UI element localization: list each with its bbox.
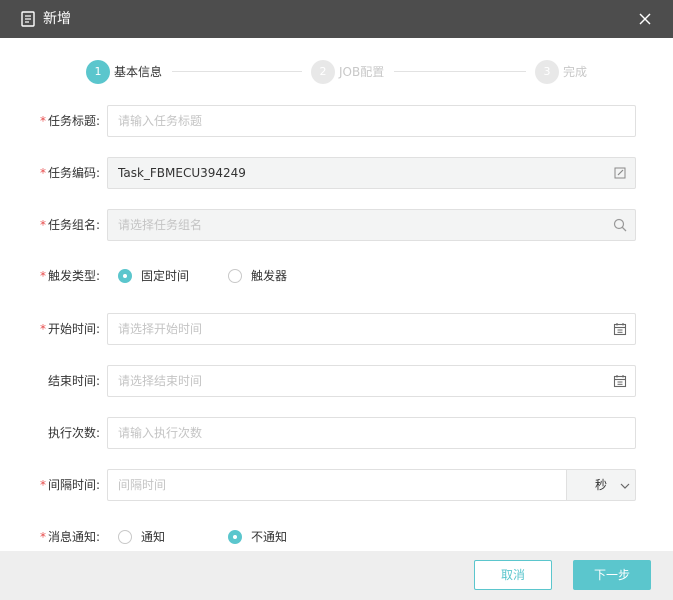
calendar-icon[interactable] [613,374,627,388]
trigger-type-label: * 触发类型: [39,269,100,283]
step-2-label: JOB配置 [339,65,385,79]
required-mark: * [39,478,46,492]
step-connector [172,71,302,72]
start-time-field[interactable] [107,313,636,345]
end-time-label: 结束时间: [47,374,100,388]
interval-input[interactable] [108,470,566,500]
required-mark: * [39,269,46,283]
interval-unit-select[interactable]: 秒 [566,469,636,501]
task-group-input[interactable] [108,210,635,240]
exec-count-input[interactable] [108,418,635,448]
notify-label: * 消息通知: [39,530,100,544]
step-2-number: 2 [311,60,335,84]
cancel-button[interactable]: 取消 [474,560,552,590]
close-icon[interactable] [635,9,655,29]
task-group-label: * 任务组名: [39,218,100,232]
interval-field[interactable] [107,469,567,501]
task-code-field[interactable] [107,157,636,189]
chevron-down-icon [620,483,630,489]
exec-count-label: 执行次数: [47,426,100,440]
required-mark: * [39,166,46,180]
step-3-label: 完成 [563,65,588,79]
task-title-field[interactable] [107,105,636,137]
dialog-footer: 取消 下一步 [0,551,673,600]
required-mark: * [39,218,46,232]
radio-dot[interactable] [228,530,242,544]
end-time-field[interactable] [107,365,636,397]
radio-dot[interactable] [118,530,132,544]
step-3-number: 3 [535,60,559,84]
end-time-input[interactable] [108,366,635,396]
start-time-input[interactable] [108,314,635,344]
trigger-type-group: 固定时间 触发器 [118,268,318,284]
edit-icon[interactable] [613,166,627,180]
required-mark: * [39,530,46,544]
task-group-field[interactable] [107,209,636,241]
calendar-icon[interactable] [613,322,627,336]
task-title-label: * 任务标题: [39,114,100,128]
step-1-number: 1 [86,60,110,84]
notify-group: 通知 不通知 [118,529,318,545]
radio-dot[interactable] [228,269,242,283]
search-icon[interactable] [613,218,627,232]
interval-label: * 间隔时间: [39,478,100,492]
dialog-title: 新增 [43,11,71,27]
radio-dot[interactable] [118,269,132,283]
step-1-label: 基本信息 [114,65,163,79]
start-time-label: * 开始时间: [39,322,100,336]
step-indicator: 1 基本信息 2 JOB配置 3 完成 [0,58,673,86]
task-code-label: * 任务编码: [39,166,100,180]
step-connector [394,71,526,72]
exec-count-field[interactable] [107,417,636,449]
required-mark: * [39,322,46,336]
dialog-header: 新增 [0,0,673,38]
task-title-input[interactable] [108,106,635,136]
interval-unit-value: 秒 [595,478,608,492]
document-icon [21,11,35,27]
next-button[interactable]: 下一步 [573,560,651,590]
task-code-input[interactable] [108,158,635,188]
required-mark: * [39,114,46,128]
